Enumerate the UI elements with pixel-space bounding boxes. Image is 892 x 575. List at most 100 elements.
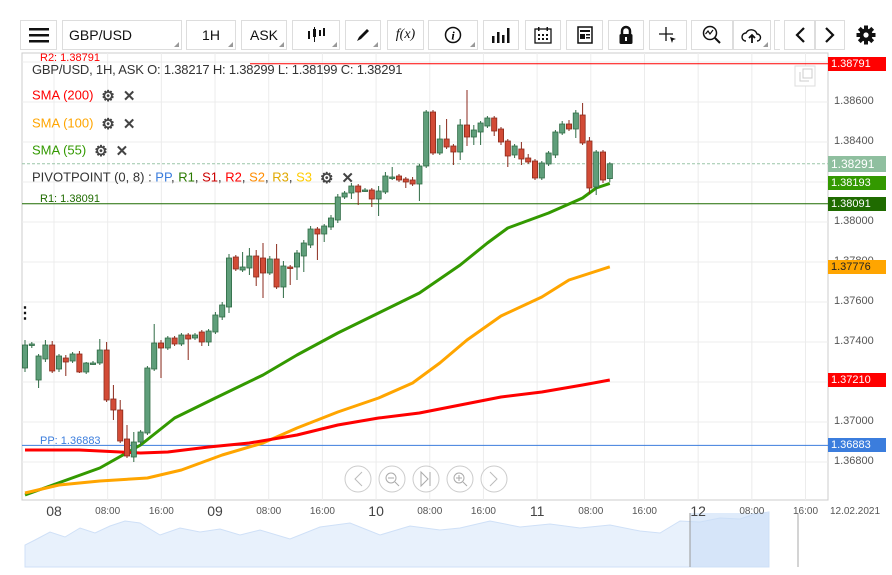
sma-55-label[interactable]: SMA (55) [32, 142, 86, 157]
candle [307, 226, 314, 248]
price-tick: 1.37600 [834, 295, 874, 307]
scroll-right-button[interactable] [480, 465, 508, 493]
time-tick: 10 [368, 503, 384, 519]
candle-body [470, 129, 477, 138]
candle [69, 352, 76, 363]
gear-icon[interactable]: ⚙ [101, 115, 114, 133]
time-tick: 12.02.2021 [829, 506, 881, 517]
ohlc-header: GBP/USD, 1H, ASK O: 1.38217 H: 1.38299 L… [32, 62, 403, 77]
price-tick: 1.36800 [834, 455, 874, 467]
candle-body [178, 334, 185, 345]
time-tick: 11 [529, 503, 545, 519]
gear-icon[interactable]: ⚙ [101, 87, 114, 105]
candle-body [273, 258, 280, 288]
sma-200-badge: 1.37210 [828, 373, 886, 387]
candle-body [457, 124, 464, 153]
sma-200-label[interactable]: SMA (200) [32, 87, 93, 102]
pivot-label[interactable]: PIVOTPOINT (0, 8) [32, 169, 144, 184]
candle-body [103, 349, 110, 401]
candle-body [586, 140, 593, 189]
candle-body [164, 337, 171, 349]
scroll-left-button[interactable] [344, 465, 372, 493]
candle-body [314, 228, 321, 235]
candle [429, 110, 436, 155]
gear-icon[interactable]: ⚙ [94, 142, 107, 160]
candle-body [511, 145, 518, 156]
gear-icon[interactable]: ⚙ [320, 169, 333, 187]
close-icon[interactable]: ✕ [116, 142, 129, 160]
candle-body [69, 353, 76, 362]
candle [21, 340, 28, 372]
pivot-part: PP [155, 169, 171, 185]
candle [164, 336, 171, 350]
zoom-out-button[interactable] [378, 465, 406, 493]
candle-body [518, 148, 525, 160]
candle [545, 151, 552, 166]
candle [225, 254, 232, 313]
legend-pivot: PIVOTPOINT (0, 8) : PP, R1, S1, R2, S2, … [32, 169, 354, 187]
candle-body [532, 160, 539, 179]
candle [144, 366, 151, 435]
price-tick: 1.38400 [834, 135, 874, 147]
close-icon[interactable]: ✕ [123, 87, 136, 105]
candle-body [35, 355, 42, 381]
navigator[interactable] [22, 511, 828, 568]
candle-body [171, 337, 178, 345]
pivot-part: S3 [296, 169, 312, 185]
candle-body [300, 242, 307, 257]
candle-body [566, 123, 573, 130]
time-tick: 08:00 [739, 506, 765, 517]
candle-body [504, 140, 511, 157]
candle-body [491, 117, 498, 132]
r2-price-badge: 1.38791 [828, 56, 886, 71]
sma-100-label[interactable]: SMA (100) [32, 115, 93, 130]
candle-body [219, 304, 226, 318]
candle [219, 302, 226, 320]
zoom-in-button[interactable] [446, 465, 474, 493]
reset-button[interactable] [412, 465, 440, 493]
close-icon[interactable]: ✕ [123, 115, 136, 133]
candle-body [389, 176, 396, 179]
candle-body [205, 330, 212, 343]
candle-body [130, 441, 137, 458]
candle-body [49, 344, 56, 372]
candle [212, 312, 219, 334]
candle [56, 354, 63, 372]
price-tick: 1.37400 [834, 335, 874, 347]
candle-body [606, 163, 613, 180]
candle-body [137, 431, 144, 443]
navigator-window[interactable] [690, 513, 769, 567]
time-tick: 16:00 [148, 506, 174, 517]
time-tick: 16:00 [793, 506, 819, 517]
time-tick: 08:00 [95, 506, 121, 517]
candle-body [593, 151, 600, 188]
candle-body [327, 217, 334, 228]
candle-body [538, 162, 545, 179]
candle [497, 127, 504, 145]
candle-body [90, 362, 97, 365]
time-tick: 08:00 [417, 506, 443, 517]
candle-body [307, 228, 314, 246]
close-icon[interactable]: ✕ [341, 169, 354, 187]
candle-body [157, 342, 164, 349]
drag-handle-icon[interactable]: ⋮ [17, 305, 33, 322]
time-tick: 16:00 [470, 506, 496, 517]
candle-body [239, 266, 246, 271]
candle-body [280, 265, 287, 288]
r1-label: R1: 1.38091 [40, 193, 100, 205]
popout-button[interactable] [794, 65, 816, 87]
candle-body [545, 152, 552, 165]
candle-body [96, 349, 103, 364]
candle-body [151, 342, 158, 370]
legend-sma-200: SMA (200) ⚙ ✕ [32, 87, 135, 105]
candle-body [416, 165, 423, 185]
candle-body [62, 357, 69, 363]
time-tick: 16:00 [631, 506, 657, 517]
candle-body [225, 257, 232, 308]
candle-body [117, 409, 124, 442]
time-tick: 08 [46, 503, 62, 519]
candle [76, 351, 83, 373]
candle-body [246, 255, 253, 269]
candle-body [76, 353, 83, 373]
pivot-part: R2 [225, 169, 242, 185]
